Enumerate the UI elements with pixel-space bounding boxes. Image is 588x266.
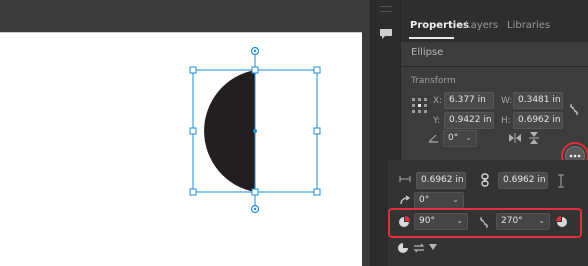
ellipse-width-field[interactable]: 0.6962 in	[416, 172, 466, 189]
constrain-proportions-icon[interactable]	[567, 102, 581, 116]
pie-angle-highlight	[388, 208, 582, 238]
ellipse-angle-field[interactable]: 0° ⌄	[414, 192, 464, 209]
active-tab-indicator	[409, 37, 454, 39]
link-dimensions-icon[interactable]	[478, 170, 492, 190]
x-field[interactable]: 6.377 in	[444, 92, 494, 109]
handle-middle-left[interactable]	[189, 127, 197, 135]
handle-top-middle[interactable]	[251, 66, 259, 74]
canvas-area[interactable]	[0, 0, 370, 266]
ellipse-height-field[interactable]: 0.6962 in	[498, 172, 548, 189]
center-point	[253, 129, 257, 133]
handle-bottom-left[interactable]	[189, 188, 197, 196]
rotate-angle-icon	[427, 132, 439, 144]
handle-top-left[interactable]	[189, 66, 197, 74]
ellipse-height-icon	[556, 172, 566, 189]
w-label: W:	[501, 96, 513, 106]
ellipse-angle-icon	[398, 194, 412, 206]
tab-layers[interactable]: Layers	[465, 20, 498, 31]
object-type-label: Ellipse	[411, 47, 444, 58]
panel-tabs: Properties Layers Libraries	[401, 0, 588, 42]
flip-vertical-icon[interactable]	[527, 131, 541, 145]
pie-shape[interactable]	[204, 70, 255, 192]
divider	[401, 66, 588, 67]
handle-bottom-right[interactable]	[313, 188, 321, 196]
x-label: X:	[433, 96, 443, 106]
flip-horizontal-icon[interactable]	[507, 131, 523, 145]
tab-properties[interactable]: Properties	[410, 20, 469, 31]
comment-icon[interactable]	[376, 24, 396, 44]
h-label: H:	[501, 116, 511, 126]
invert-pie-icon[interactable]	[412, 242, 426, 254]
dock-grip[interactable]	[380, 6, 392, 12]
pie-options-dropdown-icon[interactable]	[428, 242, 438, 252]
artboard[interactable]	[0, 32, 362, 266]
reference-point-icon[interactable]	[412, 98, 428, 114]
y-label: Y:	[433, 116, 441, 126]
w-field[interactable]: 0.3481 in	[513, 92, 563, 109]
illustrator-window: Properties Layers Libraries Ellipse Tran…	[0, 0, 588, 266]
selection-canvas	[189, 46, 321, 214]
ellipse-width-icon	[398, 174, 412, 184]
handle-middle-right[interactable]	[313, 127, 321, 135]
h-field[interactable]: 0.6962 in	[513, 112, 563, 129]
rotate-field[interactable]: 0° ⌄	[443, 130, 477, 147]
pie-swap-icon	[396, 242, 410, 254]
tab-libraries[interactable]: Libraries	[507, 20, 550, 31]
handle-top-right[interactable]	[313, 66, 321, 74]
handle-bottom-middle[interactable]	[251, 188, 259, 196]
y-field[interactable]: 0.9422 in	[444, 112, 494, 129]
transform-section-title: Transform	[411, 76, 456, 86]
